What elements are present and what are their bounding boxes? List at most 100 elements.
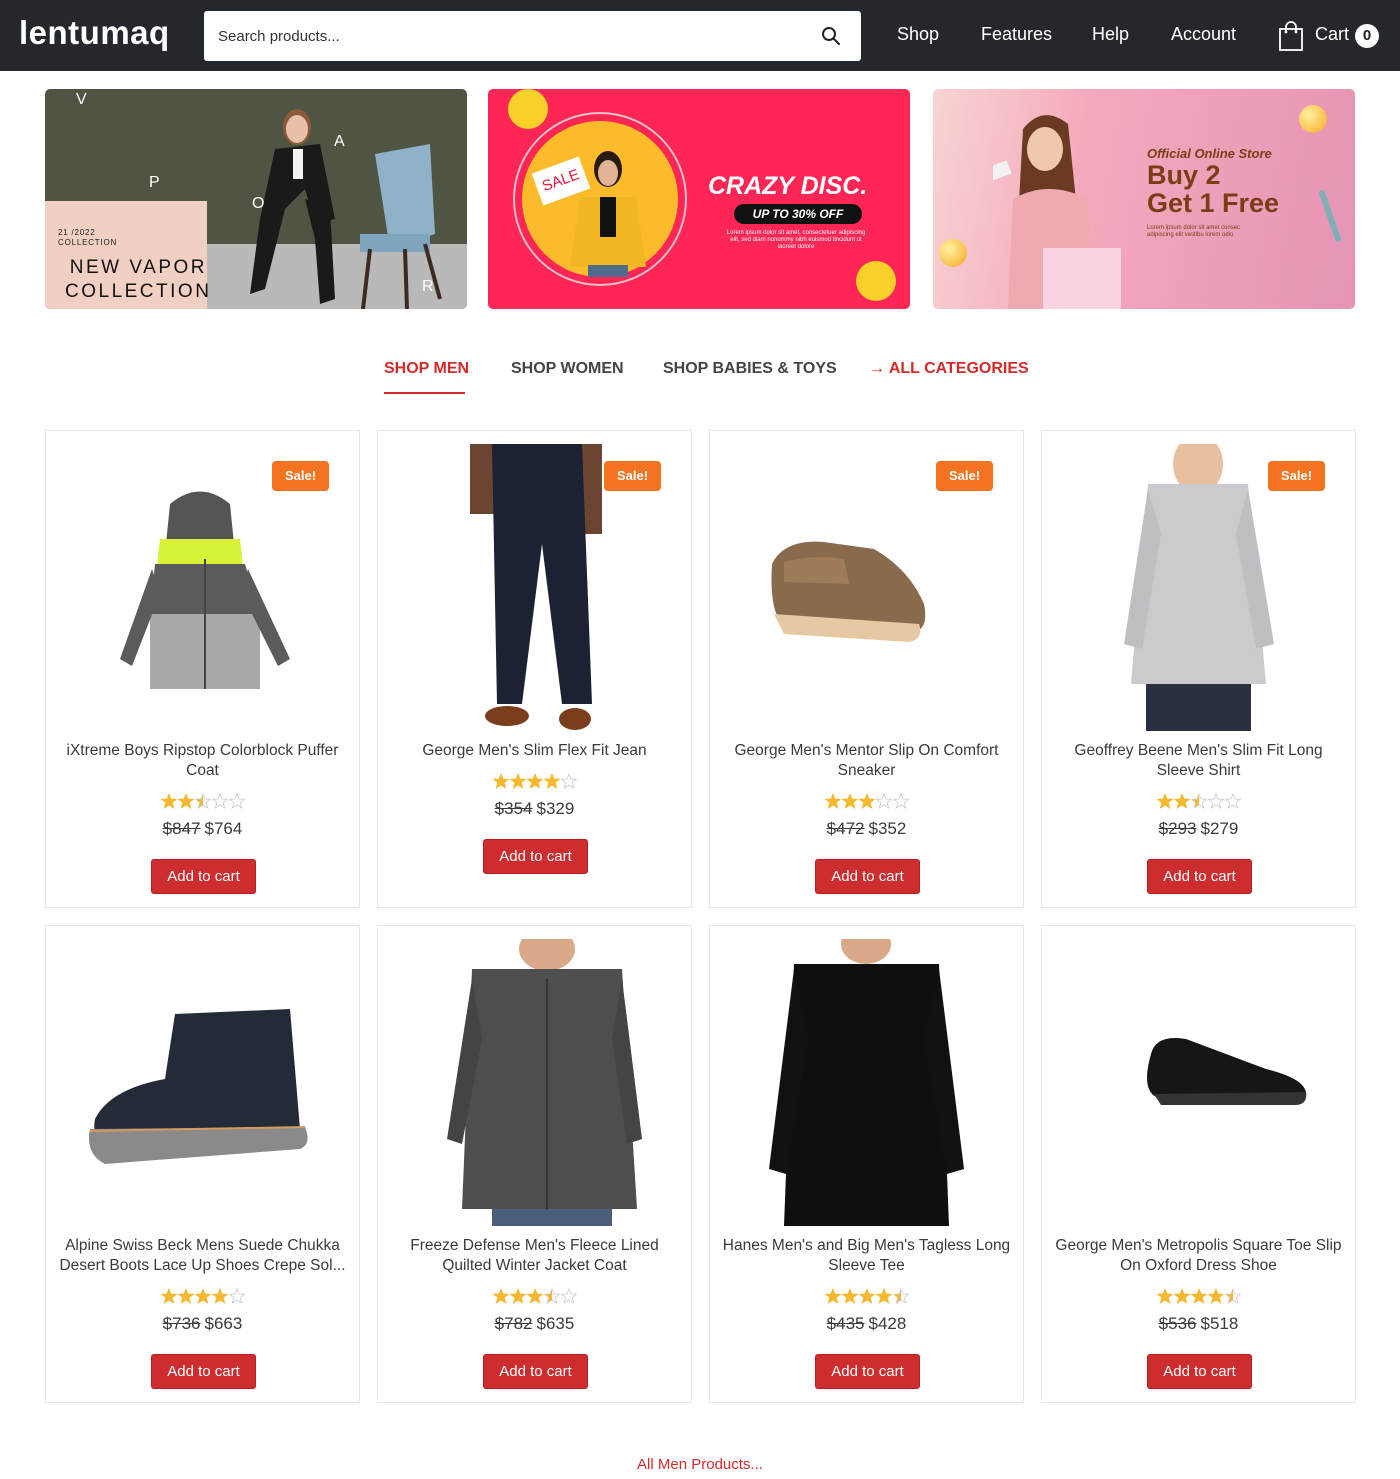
sale-price: $352 [868,819,907,838]
star-full-icon [526,1288,543,1304]
product-price: $435 $428 [710,1314,1023,1334]
tab-shop-babies-toys[interactable]: SHOP BABIES & TOYS [663,360,837,378]
banner-subheading: Official Online Store [1147,146,1272,161]
star-full-icon [1173,793,1190,809]
product-card[interactable]: Sale! George Men's Mentor Slip On Comfort… [709,430,1024,908]
banner-new-vapor-collection[interactable]: V A P O R 21 /2022 COLLECTION NEW VAPOR CO… [45,89,467,309]
star-full-icon [160,1288,177,1304]
add-to-cart-button[interactable]: Add to cart [1147,1354,1252,1389]
tab-shop-men[interactable]: SHOP MEN [384,360,469,378]
star-full-icon [824,793,841,809]
product-card[interactable]: Sale! Geoffrey Beene Men's Slim Fit Long … [1041,430,1356,908]
search-input[interactable] [218,11,798,61]
search-icon[interactable] [821,26,841,46]
site-logo[interactable]: lentumaq [19,14,170,52]
nav-features[interactable]: Features [981,24,1052,45]
banner-letter: O [252,195,265,212]
banner-crazy-discount[interactable]: SALE CRAZY DISC. UP TO 30% OFF Lorem ips… [488,89,910,309]
star-half-icon [194,793,211,809]
product-card[interactable]: Freeze Defense Men's Fleece Lined Quilte… [377,925,692,1403]
product-card[interactable]: George Men's Metropolis Square Toe Slip … [1041,925,1356,1403]
banner-heading-line2: COLLECTION [65,281,212,302]
product-title[interactable]: Geoffrey Beene Men's Slim Fit Long Sleev… [1052,741,1345,781]
add-to-cart-button[interactable]: Add to cart [151,859,256,894]
original-price: $736 [162,1314,201,1333]
add-to-cart-button[interactable]: Add to cart [483,1354,588,1389]
sale-badge: Sale! [272,461,329,491]
tab-shop-women[interactable]: SHOP WOMEN [511,360,624,378]
product-title[interactable]: George Men's Mentor Slip On Comfort Snea… [720,741,1013,781]
cart-link[interactable]: Cart [1315,24,1349,45]
star-full-icon [841,1288,858,1304]
add-to-cart-button[interactable]: Add to cart [151,1354,256,1389]
banner-letter: P [149,174,160,191]
banner-small-text: 21 /2022 COLLECTION [58,228,117,248]
star-empty-icon [228,793,245,809]
star-empty-icon [560,1288,577,1304]
product-image[interactable] [1056,939,1341,1226]
star-full-icon [177,793,194,809]
nav-account[interactable]: Account [1171,24,1236,45]
shopping-bag-icon[interactable] [1278,20,1304,52]
long-sleeve-tee-image [769,924,964,1226]
nav-help[interactable]: Help [1092,24,1129,45]
product-card[interactable]: Sale! George Men's Slim Flex Fit Jean $354… [377,430,692,908]
product-card[interactable]: Sale! iXtreme Boys Ripstop Colorblock Puf… [45,430,360,908]
star-rating [710,1288,1023,1304]
star-full-icon [858,793,875,809]
product-title[interactable]: George Men's Slim Flex Fit Jean [388,741,681,761]
product-price: $293 $279 [1042,819,1355,839]
product-image[interactable] [392,927,677,1226]
sale-price: $663 [204,1314,243,1333]
add-to-cart-button[interactable]: Add to cart [815,859,920,894]
star-empty-icon [228,1288,245,1304]
ball-decoration [1299,105,1327,133]
star-full-icon [1156,793,1173,809]
star-full-icon [526,773,543,789]
banner-heading: CRAZY DISC. [708,172,868,200]
oxford-shoe-image [1147,1038,1307,1105]
product-title[interactable]: Freeze Defense Men's Fleece Lined Quilte… [388,1236,681,1276]
nav-shop[interactable]: Shop [897,24,939,45]
star-full-icon [543,773,560,789]
star-rating [1042,1288,1355,1304]
star-empty-icon [1207,793,1224,809]
active-tab-indicator [384,392,465,394]
add-to-cart-button[interactable]: Add to cart [815,1354,920,1389]
product-price: $472 $352 [710,819,1023,839]
all-men-products-link[interactable]: All Men Products... [0,1456,1400,1473]
product-title[interactable]: Alpine Swiss Beck Mens Suede Chukka Dese… [56,1236,349,1276]
product-price: $847 $764 [46,819,359,839]
all-categories-link[interactable]: → ALL CATEGORIES [869,360,1029,378]
star-empty-icon [560,773,577,789]
original-price: $536 [1158,1314,1197,1333]
star-full-icon [841,793,858,809]
star-half-icon [1190,793,1207,809]
product-title[interactable]: George Men's Metropolis Square Toe Slip … [1052,1236,1345,1276]
banner-buy2-get1[interactable]: Official Online Store Buy 2 Get 1 Free Lo… [933,89,1355,309]
product-title[interactable]: Hanes Men's and Big Men's Tagless Long S… [720,1236,1013,1276]
star-full-icon [211,1288,228,1304]
search-bar [204,11,861,61]
star-full-icon [492,1288,509,1304]
sale-price: $764 [204,819,243,838]
sale-price: $428 [868,1314,907,1333]
product-title[interactable]: iXtreme Boys Ripstop Colorblock Puffer C… [56,741,349,781]
product-image[interactable] [724,924,1009,1226]
sale-price: $518 [1200,1314,1239,1333]
product-image[interactable] [60,939,345,1226]
star-half-icon [1224,1288,1241,1304]
product-card[interactable]: Hanes Men's and Big Men's Tagless Long S… [709,924,1024,1403]
sale-badge: Sale! [1268,461,1325,491]
product-card[interactable]: Alpine Swiss Beck Mens Suede Chukka Dese… [45,925,360,1403]
smiley-decoration [508,89,548,129]
add-to-cart-button[interactable]: Add to cart [483,839,588,874]
top-navbar: lentumaq Shop Features Help Account Cart… [0,0,1400,71]
sale-badge: Sale! [604,461,661,491]
cart-count-badge: 0 [1355,24,1379,48]
banner-letter: V [76,91,87,108]
star-full-icon [1173,1288,1190,1304]
add-to-cart-button[interactable]: Add to cart [1147,859,1252,894]
star-full-icon [1207,1288,1224,1304]
star-rating [378,773,691,789]
